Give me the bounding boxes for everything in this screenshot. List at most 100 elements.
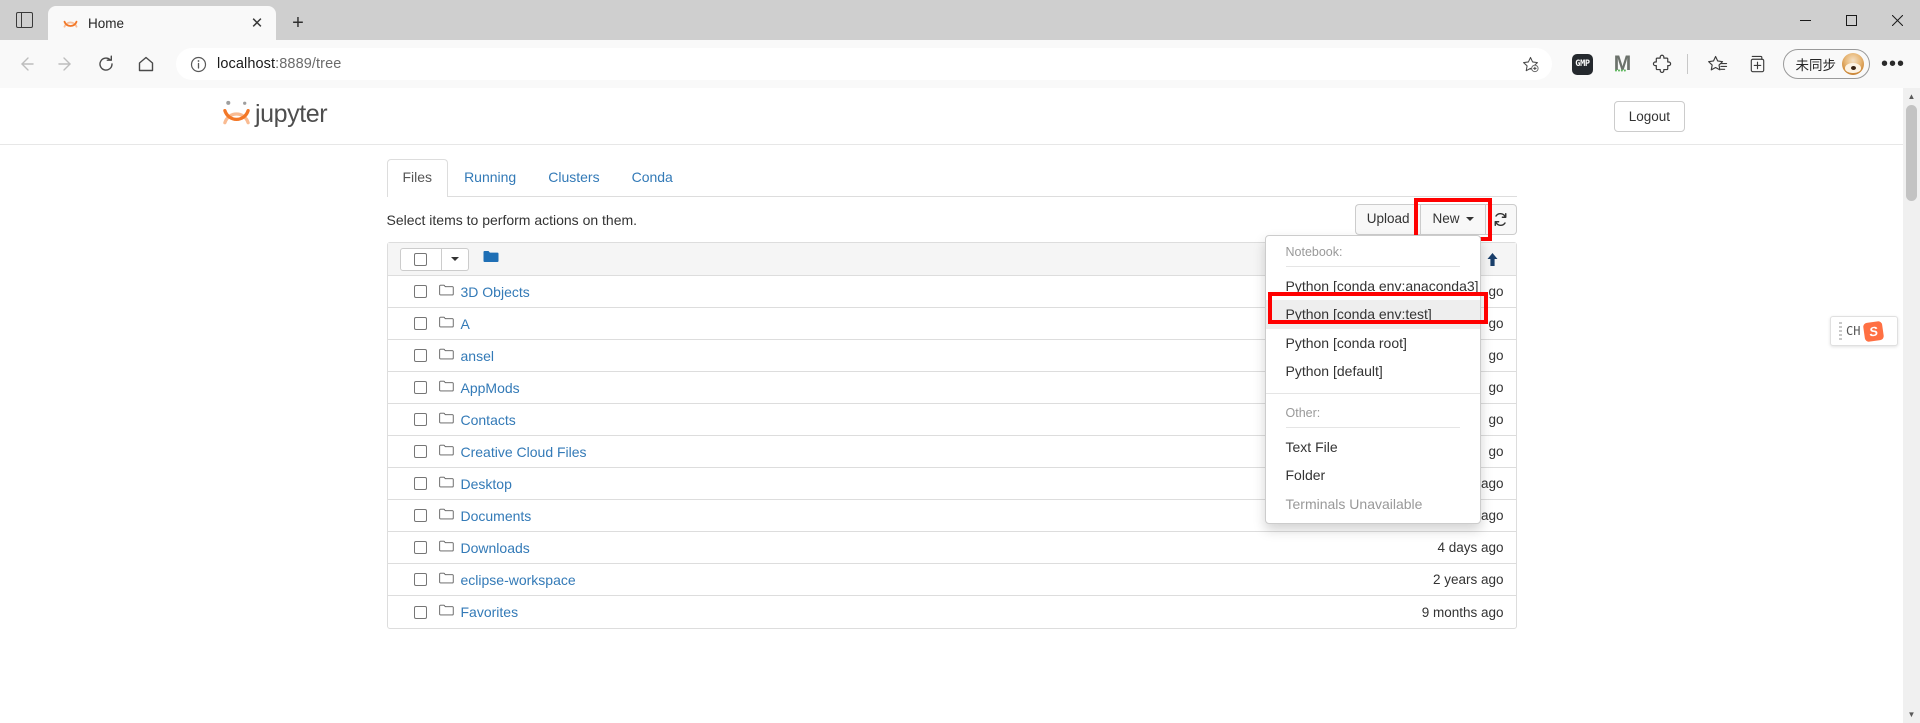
sidebar-toggle-button[interactable] <box>0 1 48 39</box>
table-row[interactable]: Favorites 9 months ago <box>388 596 1516 628</box>
folder-icon <box>438 539 454 557</box>
dropdown-separator <box>1265 393 1480 395</box>
select-menu-caret[interactable] <box>441 247 469 271</box>
browser-tab-home[interactable]: Home ✕ <box>48 6 276 40</box>
dropdown-item-python-conda-root[interactable]: Python [conda root] <box>1266 329 1480 357</box>
dropdown-section-other: Other: <box>1285 406 1321 421</box>
scroll-up-icon[interactable]: ▲ <box>1903 88 1920 105</box>
row-checkbox[interactable] <box>413 413 427 426</box>
file-name-cell[interactable]: Favorites <box>438 603 518 621</box>
folder-icon <box>438 603 454 621</box>
file-time-label: go <box>1488 380 1504 395</box>
file-name-label: A <box>460 315 470 332</box>
jupyter-logo[interactable]: jupyter <box>222 99 328 130</box>
sogou-icon[interactable]: S <box>1863 320 1885 342</box>
file-name-cell[interactable]: Downloads <box>438 539 530 557</box>
tab-conda[interactable]: Conda <box>616 159 689 197</box>
file-name-cell[interactable]: Creative Cloud Files <box>438 443 587 461</box>
row-checkbox[interactable] <box>413 605 427 619</box>
file-name-cell[interactable]: Desktop <box>438 475 512 493</box>
dropdown-section-notebook: Notebook: <box>1285 245 1343 259</box>
file-name-cell[interactable]: A <box>438 315 470 333</box>
extensions-puzzle-icon[interactable] <box>1646 47 1680 81</box>
profile-button[interactable]: 未同步 <box>1782 49 1870 79</box>
file-name-label: Creative Cloud Files <box>460 443 587 460</box>
home-icon[interactable] <box>126 46 166 82</box>
file-name-cell[interactable]: ansel <box>438 347 494 365</box>
dropdown-rule <box>1285 266 1460 267</box>
tab-clusters[interactable]: Clusters <box>532 159 615 197</box>
row-checkbox[interactable] <box>413 285 427 298</box>
ime-drag-handle[interactable] <box>1839 322 1842 340</box>
table-row[interactable]: Downloads 4 days ago <box>387 532 1516 564</box>
file-name-cell[interactable]: 3D Objects <box>438 283 530 301</box>
refresh-button[interactable] <box>1485 204 1517 235</box>
ime-floating-bar[interactable]: CH S <box>1830 316 1898 346</box>
close-tab-icon[interactable]: ✕ <box>246 12 268 34</box>
row-checkbox[interactable] <box>413 477 427 490</box>
row-checkbox[interactable] <box>413 445 427 458</box>
page-scrollbar[interactable]: ▲ ▼ <box>1903 88 1920 723</box>
dropdown-item-terminals-unavailable: Terminals Unavailable <box>1285 495 1423 512</box>
file-name-cell[interactable]: eclipse-workspace <box>438 571 576 589</box>
folder-icon <box>438 315 454 333</box>
dropdown-item-python-anaconda3[interactable]: Python [conda env:anaconda3] <box>1266 272 1480 300</box>
folder-icon <box>438 571 454 589</box>
upload-button[interactable]: Upload <box>1354 204 1421 235</box>
logout-button[interactable]: Logout <box>1613 101 1685 132</box>
tab-running[interactable]: Running <box>448 159 532 197</box>
scroll-down-icon[interactable]: ▼ <box>1903 706 1920 723</box>
table-row[interactable]: eclipse-workspace 2 years ago <box>387 564 1516 596</box>
scrollbar-thumb[interactable] <box>1906 105 1917 201</box>
new-tab-button[interactable]: + <box>281 8 315 38</box>
row-checkbox[interactable] <box>413 381 427 394</box>
tab-files[interactable]: Files <box>386 159 449 197</box>
select-all-checkbox[interactable] <box>399 247 442 271</box>
m-extension-icon[interactable]: M •••• <box>1606 47 1640 81</box>
file-name-cell[interactable]: AppMods <box>438 379 520 397</box>
favorites-star-icon[interactable] <box>1701 47 1735 81</box>
sidebar-icon <box>15 12 33 28</box>
browser-titlebar: Home ✕ + <box>0 0 1920 40</box>
maximize-icon[interactable] <box>1828 0 1874 40</box>
close-window-icon[interactable] <box>1874 0 1920 40</box>
select-all-group[interactable] <box>399 247 469 271</box>
row-checkbox[interactable] <box>413 349 427 362</box>
gmp-badge-label: GMP <box>1572 53 1593 75</box>
folder-icon[interactable] <box>483 250 499 268</box>
site-info-icon[interactable] <box>190 56 207 73</box>
row-checkbox[interactable] <box>413 317 427 330</box>
browser-window: Home ✕ + localhost:8889/tree GMP M •••• … <box>0 0 1920 723</box>
file-name-cell[interactable]: Documents <box>438 507 531 525</box>
dropdown-item-text-file[interactable]: Text File <box>1266 433 1480 461</box>
row-checkbox[interactable] <box>413 509 427 522</box>
folder-icon <box>438 379 454 397</box>
actions-row: Select items to perform actions on them.… <box>387 197 1517 525</box>
sort-ascending-icon[interactable] <box>1481 248 1504 271</box>
avatar <box>1842 53 1864 75</box>
browser-settings-icon[interactable]: ••• <box>1876 47 1910 81</box>
address-bar[interactable]: localhost:8889/tree <box>176 48 1552 80</box>
minimize-icon[interactable] <box>1782 0 1828 40</box>
row-checkbox[interactable] <box>413 541 427 554</box>
new-button-label: New <box>1432 211 1460 226</box>
file-name-cell[interactable]: Contacts <box>438 411 516 429</box>
folder-icon <box>438 507 454 525</box>
new-button[interactable]: New <box>1420 204 1486 235</box>
url-path: :8889/tree <box>275 56 342 72</box>
ime-mode-label[interactable]: CH <box>1846 324 1860 338</box>
more-dots-label: ••• <box>1880 53 1905 75</box>
collections-icon[interactable] <box>1741 47 1775 81</box>
row-checkbox[interactable] <box>413 573 427 586</box>
dropdown-item-python-test[interactable]: Python [conda env:test] <box>1265 300 1480 329</box>
dropdown-item-python-default[interactable]: Python [default] <box>1266 357 1480 385</box>
back-icon[interactable] <box>6 46 46 82</box>
reload-icon[interactable] <box>86 46 126 82</box>
tab-strip: Home ✕ + <box>0 0 315 40</box>
dropdown-item-folder[interactable]: Folder <box>1266 461 1480 489</box>
add-favorite-icon[interactable] <box>1516 50 1546 78</box>
chevron-down-icon <box>450 257 459 261</box>
forward-icon[interactable] <box>46 46 86 82</box>
gmp-extension-icon[interactable]: GMP <box>1566 47 1600 81</box>
file-time-label: go <box>1488 284 1504 299</box>
